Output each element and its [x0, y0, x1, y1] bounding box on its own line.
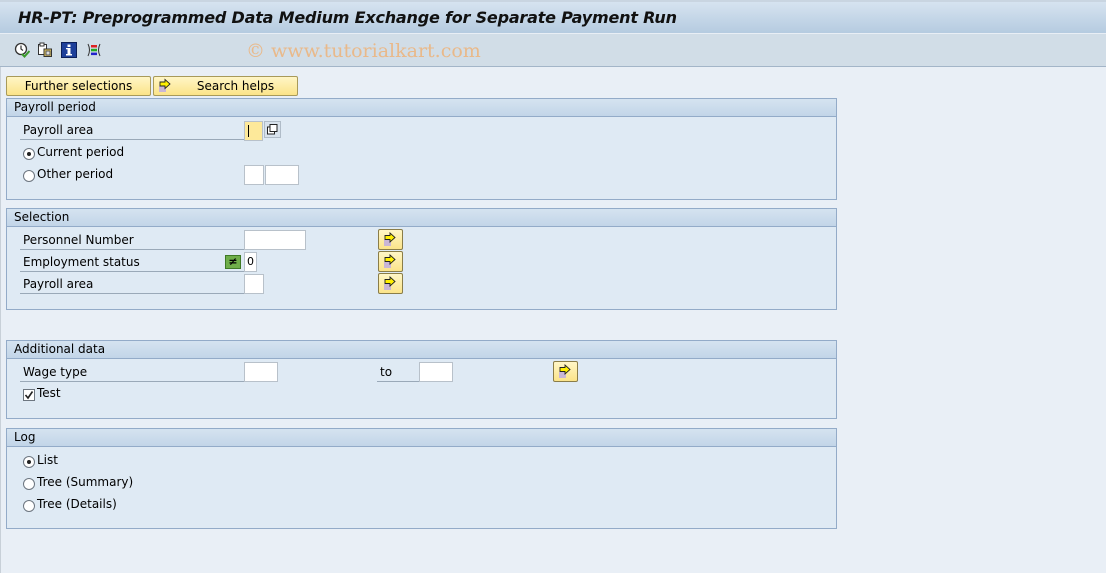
search-helps-button[interactable]: Search helps — [153, 76, 298, 96]
payroll-area-multiple-selection-button[interactable] — [378, 273, 403, 294]
employment-status-input[interactable]: 0 — [244, 252, 257, 272]
personnel-number-label: Personnel Number — [23, 233, 134, 247]
arrow-right-icon — [384, 231, 396, 246]
additional-data-group: Additional data Wage type to Test — [6, 340, 837, 419]
information-icon[interactable] — [61, 42, 77, 58]
label-underline — [20, 293, 244, 294]
other-period-radio[interactable] — [23, 170, 35, 182]
test-label: Test — [37, 386, 61, 400]
label-underline — [20, 139, 244, 140]
employment-status-multiple-selection-button[interactable] — [378, 251, 403, 272]
wage-type-from-input[interactable] — [244, 362, 278, 382]
label-underline — [20, 271, 244, 272]
selection-options-icon[interactable] — [86, 42, 102, 58]
arrow-right-icon — [384, 253, 396, 268]
copy-variant-icon[interactable] — [37, 42, 53, 58]
arrow-right-icon — [158, 78, 173, 98]
selection-group: Selection Personnel Number Employment st… — [6, 208, 837, 310]
further-selections-label: Further selections — [24, 79, 133, 93]
log-group: Log List Tree (Summary) Tree (Details) — [6, 428, 837, 529]
log-tree-summary-label: Tree (Summary) — [37, 475, 134, 489]
payroll-period-group: Payroll period Payroll area Current peri… — [6, 98, 837, 200]
other-period-input-year[interactable] — [265, 165, 299, 185]
search-helps-label: Search helps — [196, 79, 275, 93]
payroll-area-label: Payroll area — [23, 277, 94, 291]
log-tree-summary-radio[interactable] — [23, 478, 35, 490]
selection-screen: Further selections Search helps Payroll … — [0, 67, 1106, 573]
log-header: Log — [7, 429, 836, 447]
label-underline — [20, 249, 244, 250]
selection-option-button[interactable]: ≠ — [225, 255, 241, 269]
log-tree-details-radio[interactable] — [23, 500, 35, 512]
log-list-label: List — [37, 453, 58, 467]
current-period-radio[interactable] — [23, 148, 35, 160]
title-bar: HR-PT: Preprogrammed Data Medium Exchang… — [0, 0, 1106, 34]
log-list-radio[interactable] — [23, 456, 35, 468]
watermark: © www.tutorialkart.com — [246, 40, 481, 62]
other-period-label: Other period — [37, 167, 114, 181]
wage-type-label: Wage type — [23, 365, 88, 379]
payroll-area-input[interactable] — [244, 274, 264, 294]
payroll-period-header: Payroll period — [7, 99, 836, 117]
additional-data-header: Additional data — [7, 341, 836, 359]
test-checkbox[interactable] — [23, 389, 35, 401]
payroll-area-input[interactable] — [244, 121, 263, 141]
page-title: HR-PT: Preprogrammed Data Medium Exchang… — [18, 8, 677, 27]
other-period-input-period[interactable] — [244, 165, 264, 185]
personnel-number-input[interactable] — [244, 230, 306, 250]
label-underline — [20, 381, 244, 382]
current-period-label: Current period — [37, 145, 125, 159]
to-label: to — [380, 365, 393, 379]
text-cursor — [248, 125, 249, 137]
further-selections-button[interactable]: Further selections — [6, 76, 151, 96]
multiple-selection-icon — [267, 124, 278, 135]
selection-header: Selection — [7, 209, 836, 227]
multiple-selection-button[interactable] — [264, 121, 281, 138]
personnel-number-multiple-selection-button[interactable] — [378, 229, 403, 250]
payroll-area-label: Payroll area — [23, 123, 94, 137]
execute-icon[interactable] — [14, 42, 31, 58]
arrow-right-icon — [384, 275, 396, 290]
application-toolbar: © www.tutorialkart.com — [0, 34, 1106, 67]
wage-type-multiple-selection-button[interactable] — [553, 361, 578, 382]
checkmark-icon — [24, 391, 34, 400]
label-underline — [377, 381, 419, 382]
log-tree-details-label: Tree (Details) — [37, 497, 117, 511]
arrow-right-icon — [559, 363, 571, 378]
employment-status-label: Employment status — [23, 255, 140, 269]
wage-type-to-input[interactable] — [419, 362, 453, 382]
